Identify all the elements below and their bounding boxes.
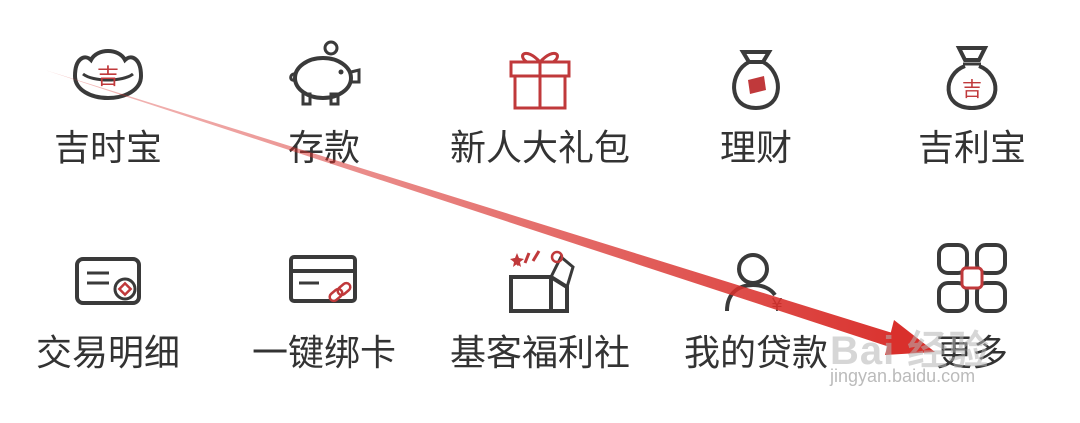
- menu-item-jishibao[interactable]: 吉 吉时宝: [0, 0, 216, 200]
- bind-card-icon: [279, 233, 369, 323]
- piggy-bank-icon: [279, 28, 369, 118]
- menu-item-newcomer-gift[interactable]: 新人大礼包: [432, 0, 648, 200]
- menu-item-bind-card[interactable]: 一键绑卡: [216, 205, 432, 405]
- menu-item-wealth-management[interactable]: 理财: [648, 0, 864, 200]
- menu-label: 我的贷款: [683, 333, 828, 374]
- menu-label: 新人大礼包: [449, 128, 630, 169]
- loan-icon-text: ¥: [771, 295, 782, 316]
- open-gift-box-icon: [495, 233, 585, 323]
- gold-ingot-icon: 吉: [63, 28, 153, 118]
- menu-item-deposit[interactable]: 存款: [216, 0, 432, 200]
- menu-label: 理财: [719, 128, 792, 169]
- menu-item-my-loans[interactable]: ¥ 我的贷款: [648, 205, 864, 405]
- service-menu-grid: 吉 吉时宝 存款 新人大礼包 理财 吉 吉利宝 交易明细 一键绑卡 基客福利社 …: [0, 0, 1080, 423]
- menu-label: 存款: [287, 128, 360, 169]
- menu-item-welfare-club[interactable]: 基客福利社: [432, 205, 648, 405]
- bag-icon-text: 吉: [962, 77, 982, 101]
- gift-box-icon: [495, 28, 585, 118]
- menu-item-more[interactable]: 更多: [864, 205, 1080, 405]
- money-bag-icon: [711, 28, 801, 118]
- transaction-record-icon: [63, 233, 153, 323]
- menu-item-transactions[interactable]: 交易明细: [0, 205, 216, 405]
- user-loan-icon: ¥: [711, 233, 801, 323]
- more-grid-icon: [927, 233, 1017, 323]
- menu-item-jilibao[interactable]: 吉 吉利宝: [864, 0, 1080, 200]
- lucky-bag-icon: 吉: [927, 28, 1017, 118]
- menu-label: 更多: [935, 333, 1008, 374]
- ingot-icon-text: 吉: [97, 65, 119, 90]
- menu-label: 基客福利社: [449, 333, 630, 374]
- menu-label: 交易明细: [35, 333, 180, 374]
- menu-label: 吉利宝: [917, 128, 1026, 169]
- menu-label: 一键绑卡: [251, 333, 396, 374]
- menu-label: 吉时宝: [53, 128, 162, 169]
